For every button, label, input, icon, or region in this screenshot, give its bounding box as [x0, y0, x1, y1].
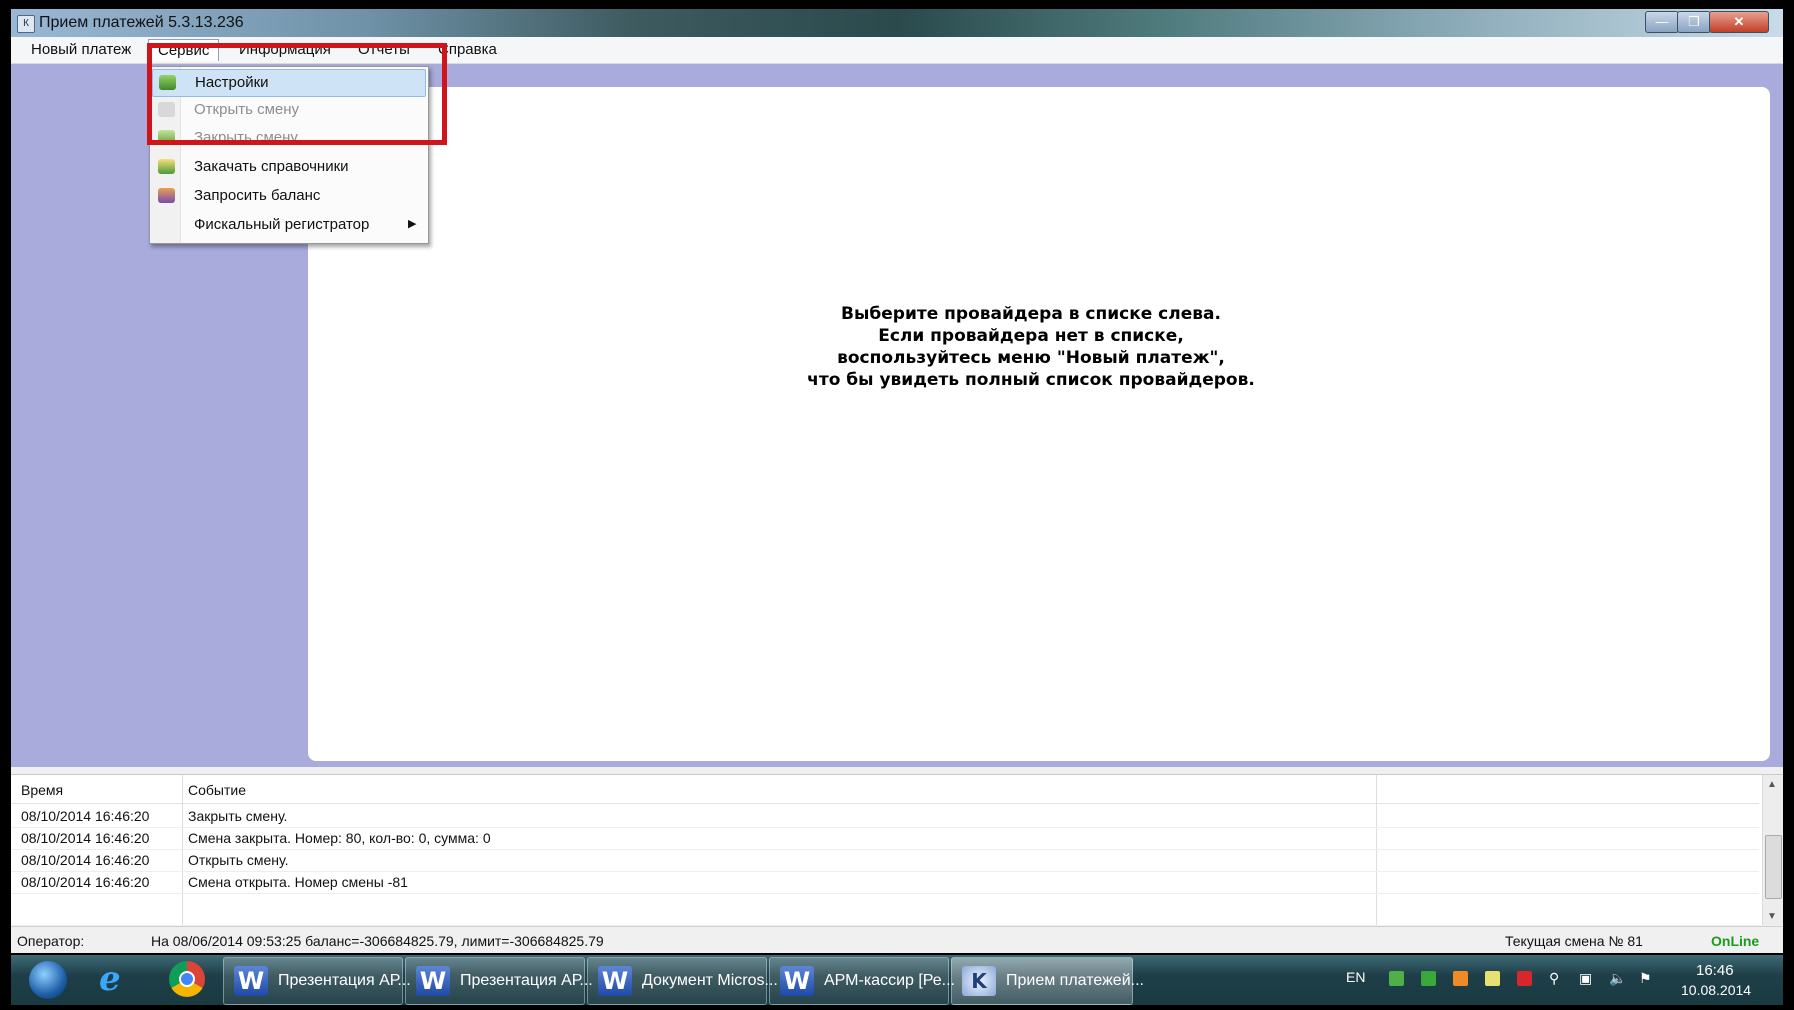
flag-icon[interactable]: ⚑ — [1639, 971, 1654, 986]
volume-icon[interactable]: 🔈 — [1609, 971, 1626, 986]
app-tray-icon[interactable] — [1517, 971, 1532, 986]
message-line: воспользуйтесь меню "Новый платеж", — [837, 348, 1225, 368]
scroll-down-icon[interactable]: ▼ — [1767, 911, 1777, 922]
task-label: Презентация АР... — [278, 972, 411, 989]
app-tray-icon[interactable] — [1421, 971, 1436, 986]
log-row[interactable]: 08/10/2014 16:46:20 Открыть смену. — [11, 849, 1759, 872]
balance-info: На 08/06/2014 09:53:25 баланс=-306684825… — [151, 933, 604, 949]
column-header-time[interactable]: Время — [21, 782, 63, 798]
close-button[interactable]: ✕ — [1709, 11, 1769, 33]
taskbar-task[interactable]: W АРМ-кассир [Ре... — [769, 957, 955, 1005]
log-time: 08/10/2014 16:46:20 — [21, 852, 150, 868]
download-directories-icon — [158, 159, 175, 174]
annotation-highlight-box — [147, 43, 447, 145]
submenu-arrow-icon: ▶ — [408, 218, 417, 230]
word-icon: W — [780, 966, 814, 996]
menu-item-download-directories[interactable]: Закачать справочники — [152, 154, 424, 180]
task-label: АРМ-кассир [Ре... — [824, 972, 955, 989]
task-label: Презентация АР... — [460, 972, 593, 989]
log-event: Открыть смену. — [188, 852, 289, 868]
log-event: Смена закрыта. Номер: 80, кол-во: 0, сум… — [188, 830, 491, 846]
taskbar-task[interactable]: W Презентация АР... — [405, 957, 593, 1005]
windows-logo-icon — [29, 961, 67, 999]
network-status-icon[interactable]: ▣ — [1579, 971, 1594, 986]
internet-explorer-icon: e — [99, 959, 121, 999]
menu-item-label: Фискальный регистратор — [194, 216, 370, 233]
operator-label: Оператор: — [17, 933, 85, 949]
menu-item-fiscal-registrar[interactable]: Фискальный регистратор ▶ — [152, 212, 424, 238]
window-title: Прием платежей 5.3.13.236 — [39, 14, 244, 31]
chrome-icon — [169, 961, 205, 997]
column-header-event[interactable]: Событие — [188, 782, 246, 798]
menu-item-label: Закачать справочники — [194, 158, 349, 175]
log-time: 08/10/2014 16:46:20 — [21, 808, 150, 824]
word-icon: W — [416, 966, 450, 996]
taskbar: e W Презентация АР... W Презентация АР..… — [11, 955, 1783, 1005]
clock-date[interactable]: 10.08.2014 — [1681, 982, 1751, 998]
log-scrollbar[interactable]: ▲ ▼ — [1762, 775, 1783, 925]
taskbar-pin-ie[interactable]: e — [87, 959, 147, 1001]
log-time: 08/10/2014 16:46:20 — [21, 874, 150, 890]
log-event: Смена открыта. Номер смены -81 — [188, 874, 408, 890]
payment-app-icon: K — [962, 966, 996, 996]
request-balance-icon — [158, 188, 175, 203]
log-row[interactable]: 08/10/2014 16:46:20 Закрыть смену. — [11, 805, 1759, 828]
log-time: 08/10/2014 16:46:20 — [21, 830, 150, 846]
app-window: К Прием платежей 5.3.13.236 — ❐ ✕ Новый … — [11, 9, 1783, 953]
word-icon: W — [598, 966, 632, 996]
app-icon: К — [17, 15, 35, 33]
maximize-button[interactable]: ❐ — [1677, 11, 1711, 33]
log-event: Закрыть смену. — [188, 808, 288, 824]
scroll-thumb[interactable] — [1765, 835, 1782, 899]
app-tray-icon[interactable] — [1485, 971, 1500, 986]
taskbar-task-active[interactable]: K Прием платежей... — [951, 957, 1144, 1005]
antenna-tray-icon[interactable]: ⚲ — [1549, 971, 1564, 986]
word-icon: W — [234, 966, 268, 996]
language-indicator[interactable]: EN — [1346, 969, 1365, 985]
menu-item-label: Запросить баланс — [194, 187, 321, 204]
network-tray-icon[interactable] — [1389, 971, 1404, 986]
log-header: Время Событие — [11, 775, 1759, 804]
message-line: что бы увидеть полный список провайдеров… — [807, 370, 1255, 390]
clock-time[interactable]: 16:46 — [1696, 962, 1734, 979]
taskbar-task[interactable]: W Документ Micros... — [587, 957, 778, 1005]
task-label: Прием платежей... — [1006, 972, 1144, 989]
menu-item-request-balance[interactable]: Запросить баланс — [152, 183, 424, 209]
message-line: Выберите провайдера в списке слева. — [841, 304, 1221, 324]
current-shift: Текущая смена № 81 — [1505, 933, 1643, 949]
task-label: Документ Micros... — [642, 972, 778, 989]
title-bar[interactable]: К Прием платежей 5.3.13.236 — ❐ ✕ — [11, 9, 1783, 37]
app-tray-icon[interactable] — [1453, 971, 1468, 986]
log-row[interactable]: 08/10/2014 16:46:20 Смена закрыта. Номер… — [11, 827, 1759, 850]
content-panel — [308, 87, 1770, 761]
instruction-message: Выберите провайдера в списке слева. Если… — [519, 303, 1543, 391]
event-log: Время Событие 08/10/2014 16:46:20 Закрыт… — [11, 774, 1783, 925]
message-line: Если провайдера нет в списке, — [878, 326, 1184, 346]
status-bar: Оператор: На 08/06/2014 09:53:25 баланс=… — [11, 926, 1783, 953]
start-button[interactable] — [19, 959, 75, 1001]
minimize-button[interactable]: — — [1645, 11, 1679, 33]
log-row[interactable]: 08/10/2014 16:46:20 Смена открыта. Номер… — [11, 871, 1759, 894]
menu-new-payment[interactable]: Новый платеж — [31, 41, 131, 58]
taskbar-pin-chrome[interactable] — [157, 959, 217, 1001]
online-status: OnLine — [1711, 933, 1760, 949]
scroll-up-icon[interactable]: ▲ — [1767, 779, 1777, 790]
taskbar-task[interactable]: W Презентация АР... — [223, 957, 411, 1005]
